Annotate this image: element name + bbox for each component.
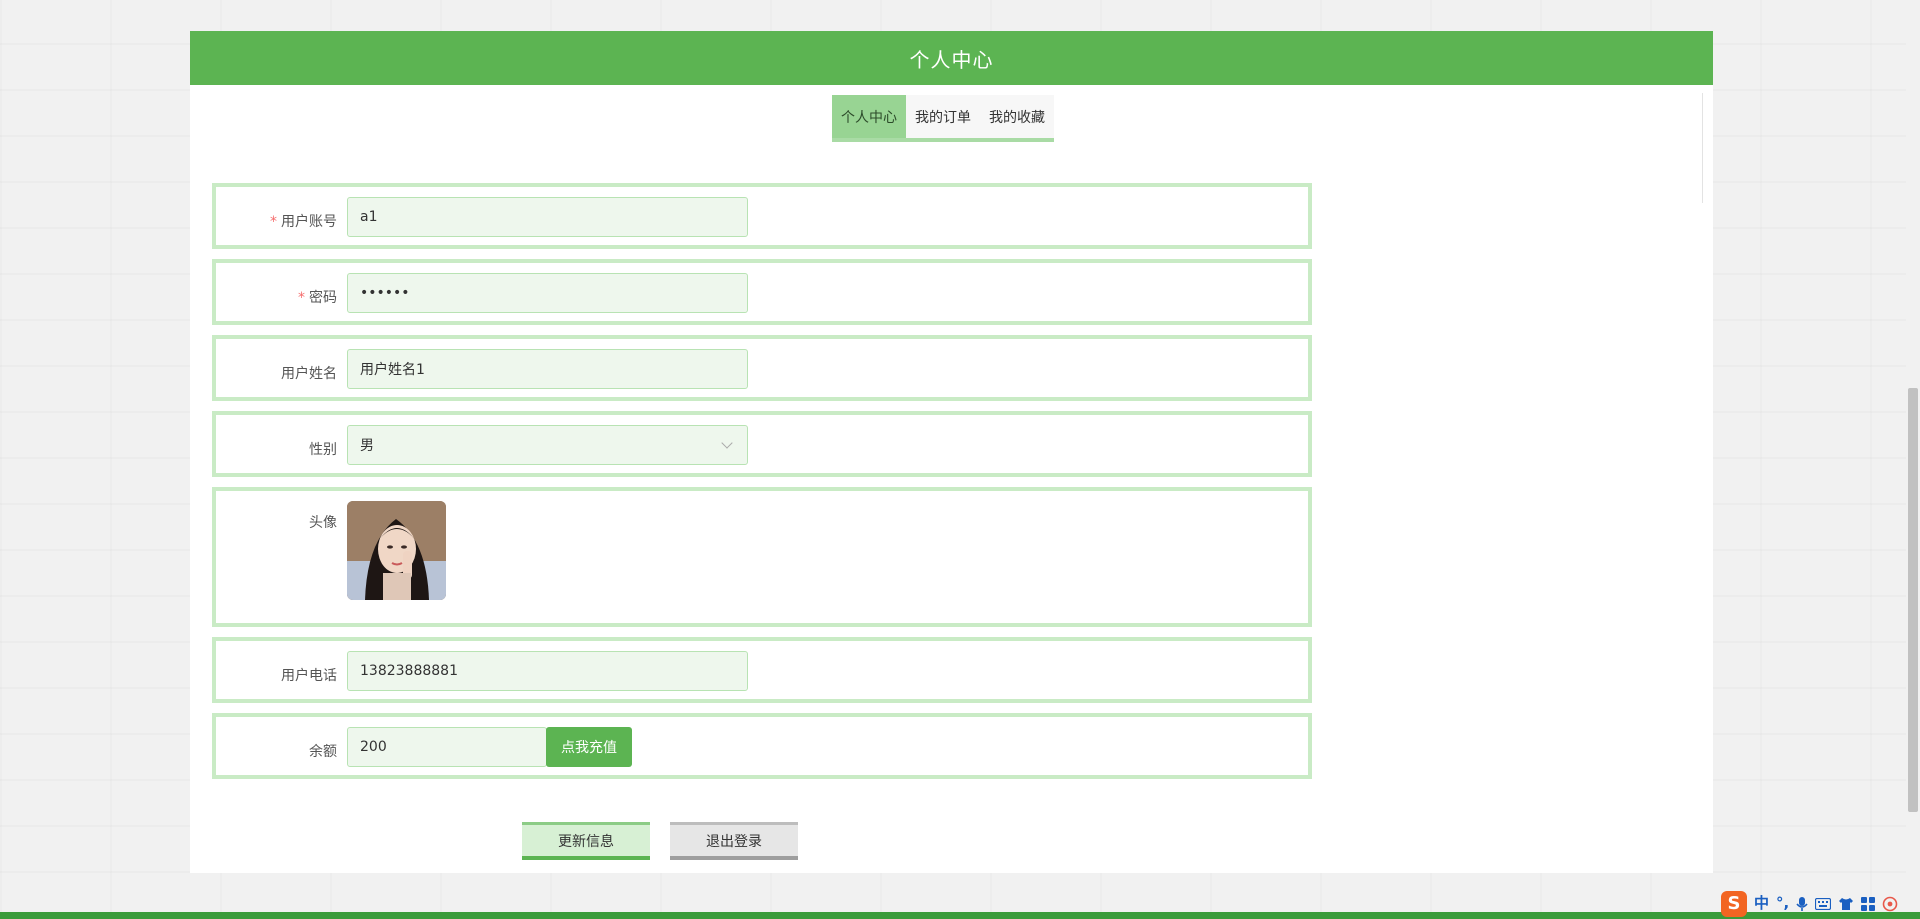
form-row-gender: 性别 男 — [212, 411, 1312, 477]
settings-icon[interactable] — [1882, 896, 1898, 912]
tab-my-favorites[interactable]: 我的收藏 — [980, 95, 1054, 138]
form-row-avatar: 头像 — [212, 487, 1312, 627]
phone-label: 用户电话 — [281, 668, 337, 684]
form-row-phone: 用户电话 — [212, 637, 1312, 703]
skin-icon[interactable] — [1838, 897, 1854, 911]
balance-input[interactable] — [347, 727, 547, 767]
form-row-password: * 密码 — [212, 259, 1312, 325]
update-info-button[interactable]: 更新信息 — [522, 822, 650, 860]
gender-selected-value: 男 — [360, 438, 374, 454]
page-title: 个人中心 — [909, 47, 994, 72]
username-input[interactable] — [347, 197, 748, 237]
username-label: * 用户账号 — [270, 214, 337, 230]
sogou-logo-icon[interactable]: S — [1721, 890, 1747, 917]
footer-strip — [0, 912, 1920, 919]
ime-mode[interactable]: 中 — [1754, 896, 1769, 911]
tab-bar: 个人中心 我的订单 我的收藏 — [832, 95, 1054, 142]
password-label: * 密码 — [298, 290, 337, 306]
tab-my-orders[interactable]: 我的订单 — [906, 95, 980, 138]
avatar-label: 头像 — [309, 515, 337, 531]
form-row-username: * 用户账号 — [212, 183, 1312, 249]
real-name-input[interactable] — [347, 349, 748, 389]
form-actions: 更新信息 退出登录 — [522, 822, 798, 860]
form-row-balance: 余额 点我充值 — [212, 713, 1312, 779]
punctuation-icon[interactable]: °, — [1776, 896, 1789, 911]
chevron-down-icon — [721, 436, 733, 449]
form-row-real-name: 用户姓名 — [212, 335, 1312, 401]
divider — [1702, 93, 1703, 203]
page-title-bar: 个人中心 — [190, 31, 1713, 85]
tab-personal-center[interactable]: 个人中心 — [832, 95, 906, 138]
microphone-icon[interactable] — [1796, 896, 1808, 912]
gender-label: 性别 — [309, 442, 337, 458]
recharge-button[interactable]: 点我充值 — [546, 727, 632, 767]
toolbox-icon[interactable] — [1861, 896, 1876, 911]
required-mark: * — [270, 214, 277, 230]
ime-toolbar: S 中 °, — [1717, 888, 1902, 919]
phone-input[interactable] — [347, 651, 748, 691]
password-input[interactable] — [347, 273, 748, 313]
keyboard-icon[interactable] — [1815, 897, 1832, 910]
real-name-label: 用户姓名 — [281, 366, 337, 382]
logout-button[interactable]: 退出登录 — [670, 822, 798, 860]
scrollbar-thumb[interactable] — [1908, 388, 1918, 812]
avatar-image[interactable] — [347, 501, 446, 600]
balance-label: 余额 — [309, 744, 337, 760]
required-mark: * — [298, 290, 305, 306]
profile-form: *用户账号 *密码 用户姓名 性别 男 头像 — [212, 183, 1312, 789]
gender-select[interactable]: 男 — [347, 425, 748, 465]
